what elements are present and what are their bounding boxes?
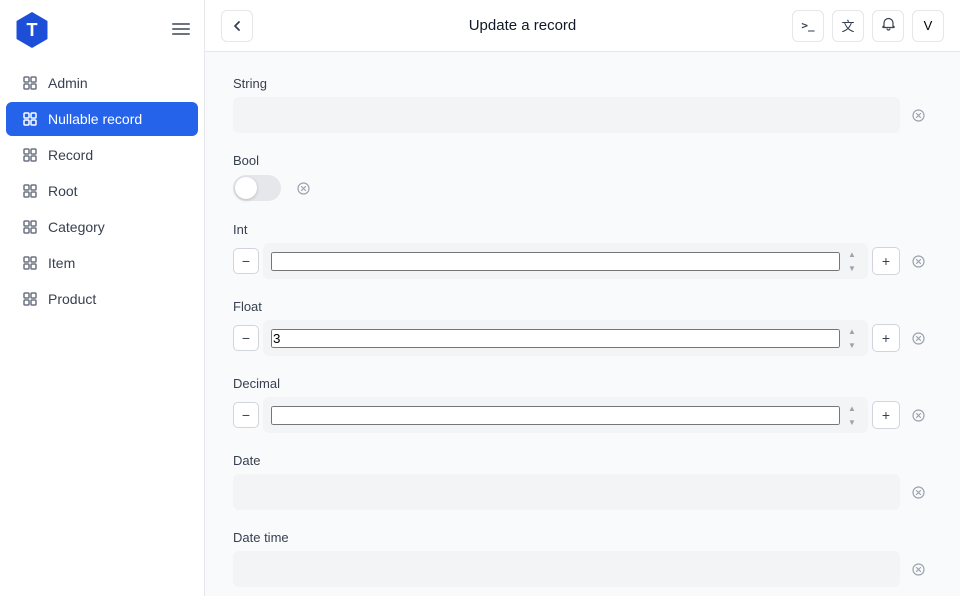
label-datetime: Date time [233, 530, 932, 545]
record-icon [22, 147, 38, 163]
label-string: String [233, 76, 932, 91]
sidebar-item-product-label: Product [48, 291, 96, 307]
field-datetime: Date time [233, 530, 932, 587]
decimal-spin-up[interactable]: ▲ [844, 402, 860, 415]
sidebar-item-product[interactable]: Product [6, 282, 198, 316]
sidebar-item-record-label: Record [48, 147, 93, 163]
user-avatar[interactable]: V [912, 10, 944, 42]
label-decimal: Decimal [233, 376, 932, 391]
field-date: Date [233, 453, 932, 510]
field-row-int: − ▲ ▼ + [233, 243, 932, 279]
float-input-wrap: ▲ ▼ [263, 320, 868, 356]
sidebar-item-nullable-record[interactable]: Nullable record [6, 102, 198, 136]
field-row-datetime [233, 551, 932, 587]
field-int: Int − ▲ ▼ + [233, 222, 932, 279]
float-clear-button[interactable] [904, 324, 932, 352]
decimal-minus-button[interactable]: − [233, 402, 259, 428]
sidebar-item-category-label: Category [48, 219, 105, 235]
int-plus-button[interactable]: + [872, 247, 900, 275]
translate-button[interactable]: 文 [832, 10, 864, 42]
root-icon [22, 183, 38, 199]
datetime-input-wrap [233, 551, 900, 587]
sidebar: T Admin Nullable record [0, 0, 205, 596]
topbar-actions: >_ 文 V [792, 10, 944, 42]
admin-icon [22, 75, 38, 91]
int-spin-down[interactable]: ▼ [844, 262, 860, 275]
int-input[interactable] [271, 252, 840, 271]
decimal-clear-button[interactable] [904, 401, 932, 429]
sidebar-item-admin-label: Admin [48, 75, 88, 91]
field-row-string [233, 97, 932, 133]
bell-icon [881, 17, 896, 35]
menu-icon[interactable] [172, 20, 190, 41]
field-row-float: − ▲ ▼ + [233, 320, 932, 356]
field-string: String [233, 76, 932, 133]
sidebar-nav: Admin Nullable record Record Root [0, 60, 204, 322]
sidebar-item-nullable-record-label: Nullable record [48, 111, 142, 127]
bool-toggle[interactable] [233, 175, 281, 201]
sidebar-item-item[interactable]: Item [6, 246, 198, 280]
date-input-wrap [233, 474, 900, 510]
label-bool: Bool [233, 153, 932, 168]
back-button[interactable] [221, 10, 253, 42]
sidebar-item-root[interactable]: Root [6, 174, 198, 208]
int-spinners: ▲ ▼ [844, 248, 860, 275]
sidebar-item-root-label: Root [48, 183, 78, 199]
field-row-bool [233, 174, 932, 202]
sidebar-item-record[interactable]: Record [6, 138, 198, 172]
topbar: Update a record >_ 文 V [205, 0, 960, 52]
label-int: Int [233, 222, 932, 237]
string-input[interactable] [243, 108, 890, 123]
sidebar-item-admin[interactable]: Admin [6, 66, 198, 100]
field-float: Float − ▲ ▼ + [233, 299, 932, 356]
string-input-wrap [233, 97, 900, 133]
date-clear-button[interactable] [904, 478, 932, 506]
terminal-button[interactable]: >_ [792, 10, 824, 42]
field-row-date [233, 474, 932, 510]
float-spin-up[interactable]: ▲ [844, 325, 860, 338]
bool-clear-button[interactable] [289, 174, 317, 202]
string-clear-button[interactable] [904, 101, 932, 129]
main-panel: Update a record >_ 文 V String [205, 0, 960, 596]
sidebar-item-category[interactable]: Category [6, 210, 198, 244]
int-clear-button[interactable] [904, 247, 932, 275]
float-spinners: ▲ ▼ [844, 325, 860, 352]
date-input[interactable] [243, 485, 890, 500]
terminal-icon: >_ [801, 19, 814, 32]
datetime-input[interactable] [243, 562, 890, 577]
label-float: Float [233, 299, 932, 314]
nullable-record-icon [22, 111, 38, 127]
form-content: String Bool [205, 52, 960, 596]
notification-button[interactable] [872, 10, 904, 42]
toggle-knob [235, 177, 257, 199]
int-minus-button[interactable]: − [233, 248, 259, 274]
float-plus-button[interactable]: + [872, 324, 900, 352]
float-spin-down[interactable]: ▼ [844, 339, 860, 352]
toggle-wrap [233, 175, 281, 201]
sidebar-header: T [0, 0, 204, 60]
decimal-input-wrap: ▲ ▼ [263, 397, 868, 433]
page-title: Update a record [261, 17, 784, 34]
decimal-spin-down[interactable]: ▼ [844, 416, 860, 429]
field-bool: Bool [233, 153, 932, 202]
label-date: Date [233, 453, 932, 468]
translate-icon: 文 [841, 16, 854, 35]
decimal-spinners: ▲ ▼ [844, 402, 860, 429]
decimal-input[interactable] [271, 406, 840, 425]
field-decimal: Decimal − ▲ ▼ + [233, 376, 932, 433]
app-logo: T [14, 12, 50, 48]
sidebar-item-item-label: Item [48, 255, 75, 271]
float-minus-button[interactable]: − [233, 325, 259, 351]
int-spin-up[interactable]: ▲ [844, 248, 860, 261]
category-icon [22, 219, 38, 235]
decimal-plus-button[interactable]: + [872, 401, 900, 429]
datetime-clear-button[interactable] [904, 555, 932, 583]
float-input[interactable] [271, 329, 840, 348]
field-row-decimal: − ▲ ▼ + [233, 397, 932, 433]
product-icon [22, 291, 38, 307]
item-icon [22, 255, 38, 271]
int-input-wrap: ▲ ▼ [263, 243, 868, 279]
